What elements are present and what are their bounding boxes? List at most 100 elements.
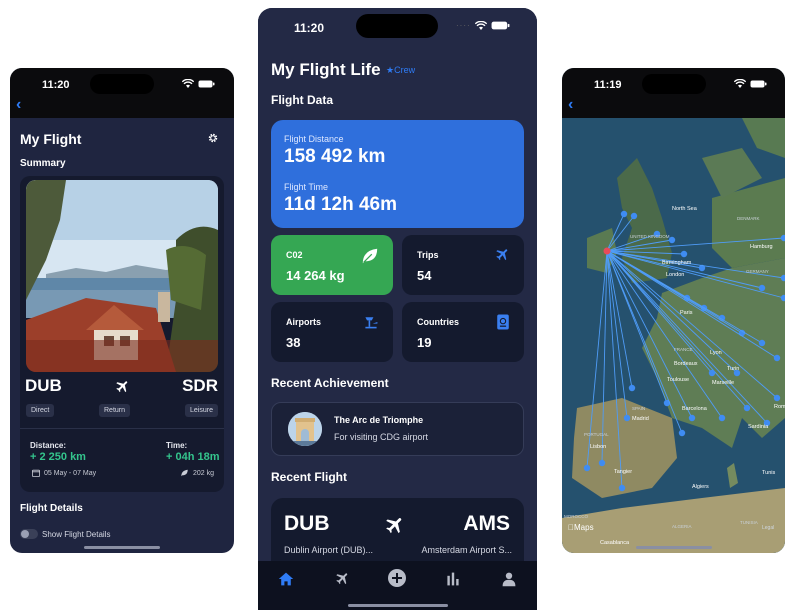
dates-text: 05 May - 07 May xyxy=(44,469,97,477)
distance-label: Distance: xyxy=(30,441,67,450)
stats-tab-icon[interactable] xyxy=(445,571,461,587)
airport-pin[interactable] xyxy=(628,384,636,392)
home-airport-pin[interactable] xyxy=(603,247,611,255)
airport-pin[interactable] xyxy=(743,404,751,412)
countries-value: 19 xyxy=(417,335,432,350)
passport-icon xyxy=(497,314,509,330)
map-label: Bordeaux xyxy=(674,361,698,367)
status-bar: 11:20 ···· xyxy=(258,8,537,52)
crew-badge[interactable]: ★Crew xyxy=(386,65,415,76)
co2-text: 202 kg xyxy=(192,469,214,477)
countries-tile[interactable]: Countries 19 xyxy=(402,302,524,362)
origin-code: DUB xyxy=(25,376,62,395)
add-flight-tab-icon[interactable] xyxy=(387,568,407,588)
page-title: My Flight Life xyxy=(271,60,381,79)
profile-tab-icon[interactable] xyxy=(501,571,517,587)
map-label: Turin xyxy=(727,366,739,372)
achievement-card[interactable]: The Arc de Triomphe For visiting CDG air… xyxy=(271,402,524,456)
flight-distance-label: Flight Distance xyxy=(284,134,344,144)
apple-maps-logo: Maps xyxy=(568,523,594,532)
back-chevron-icon[interactable]: ‹ xyxy=(16,96,21,114)
home-indicator xyxy=(636,546,712,549)
airport-pin[interactable] xyxy=(708,369,716,377)
airport-pin[interactable] xyxy=(618,484,626,492)
map-label: FRANCE xyxy=(674,347,693,352)
flight-summary-card[interactable]: DUB SDR Direct Return Leisure Distance: … xyxy=(20,176,224,492)
airport-pin[interactable] xyxy=(718,414,726,422)
control-tower-icon xyxy=(365,317,378,329)
my-flight-life-screen: 11:20 ···· My Flight Life ★Crew Flight D… xyxy=(258,8,537,610)
flight-routes-map[interactable]: UNITED KINGDOM Birmingham London Paris FRANC… xyxy=(562,118,785,553)
flights-tab-icon[interactable] xyxy=(334,571,350,587)
flight-data-heading: Flight Data xyxy=(271,93,333,107)
airport-pin[interactable] xyxy=(773,394,781,402)
map-label: Casablanca xyxy=(600,540,630,546)
tag-return: Return xyxy=(99,404,131,417)
map-label: TUNISIA xyxy=(740,520,758,525)
signal-icon: ···· xyxy=(456,21,471,30)
summary-heading: Summary xyxy=(20,158,66,169)
map-label: DENMARK xyxy=(737,216,760,221)
map-label: GERMANY xyxy=(746,269,769,274)
leaf-icon xyxy=(362,248,378,264)
show-details-toggle[interactable] xyxy=(20,529,38,539)
map-label: PORTUGAL xyxy=(584,432,609,437)
map-label: Lisbon xyxy=(590,444,606,450)
airport-pin[interactable] xyxy=(680,250,688,258)
tab-bar xyxy=(258,561,537,610)
airport-pin[interactable] xyxy=(583,464,591,472)
flight-time-label: Flight Time xyxy=(284,182,329,192)
airport-pin[interactable] xyxy=(620,210,628,218)
recent-origin-code: DUB xyxy=(284,512,330,535)
airport-pin[interactable] xyxy=(758,339,766,347)
leaf-icon xyxy=(181,469,188,477)
tag-direct: Direct xyxy=(26,404,55,417)
home-tab-icon[interactable] xyxy=(278,571,294,587)
airports-tile[interactable]: Airports 38 xyxy=(271,302,393,362)
status-time: 11:19 xyxy=(594,79,622,91)
countries-label: Countries xyxy=(417,317,460,327)
airport-pin[interactable] xyxy=(598,459,606,467)
airport-pin[interactable] xyxy=(758,284,766,292)
dynamic-island xyxy=(90,74,154,94)
airport-pin[interactable] xyxy=(623,414,631,422)
map-label: Sardinia xyxy=(748,424,769,430)
map-label: Tangier xyxy=(614,469,632,475)
co2-tile[interactable]: C02 14 264 kg xyxy=(271,235,393,295)
battery-icon xyxy=(750,80,767,87)
airport-pin[interactable] xyxy=(630,212,638,220)
map-label: Paris xyxy=(680,310,693,316)
wifi-icon xyxy=(182,79,194,88)
recent-origin-name: Dublin Airport (DUB)... xyxy=(284,545,374,555)
trips-tile[interactable]: Trips 54 xyxy=(402,235,524,295)
map-label: Hamburg xyxy=(750,244,773,250)
airport-pin[interactable] xyxy=(688,414,696,422)
recent-flight-card[interactable]: DUB AMS Dublin Airport (DUB)... Amsterda… xyxy=(271,498,524,568)
home-indicator xyxy=(84,546,160,549)
map-label: Rom xyxy=(774,404,785,410)
show-details-label: Show Flight Details xyxy=(42,530,111,539)
recent-dest-code: AMS xyxy=(463,512,510,535)
flight-time-value: 11d 12h 46m xyxy=(284,194,398,215)
airport-pin[interactable] xyxy=(678,429,686,437)
back-chevron-icon[interactable]: ‹ xyxy=(568,96,573,114)
time-value: + 04h 18m xyxy=(166,451,220,463)
divider xyxy=(20,428,224,429)
flight-details-heading: Flight Details xyxy=(20,503,83,514)
legal-link[interactable]: Legal xyxy=(762,525,774,531)
map-label: Tunis xyxy=(762,470,775,476)
co2-label: C02 xyxy=(286,250,303,260)
map-label: MOROCCO xyxy=(564,514,588,519)
map-label: North Sea xyxy=(672,206,698,212)
destination-code: SDR xyxy=(182,376,218,395)
map-label: Birmingham xyxy=(662,260,692,266)
map-label: Lyon xyxy=(710,350,722,356)
gear-icon[interactable] xyxy=(207,132,219,144)
wifi-icon xyxy=(474,21,487,30)
airport-pin[interactable] xyxy=(773,354,781,362)
flight-totals-card[interactable]: Flight Distance 158 492 km Flight Time 1… xyxy=(271,120,524,228)
recent-flight-heading: Recent Flight xyxy=(271,470,348,484)
airport-pin[interactable] xyxy=(668,236,676,244)
map-label: Toulouse xyxy=(667,377,689,383)
airplane-icon xyxy=(116,381,128,393)
